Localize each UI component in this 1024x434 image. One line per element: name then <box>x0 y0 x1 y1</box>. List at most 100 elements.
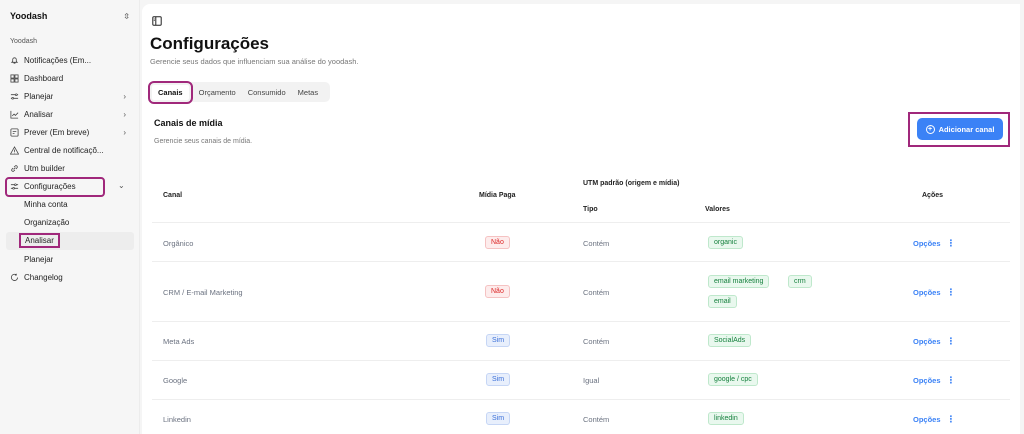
plus-circle-icon: + <box>925 124 935 134</box>
col-header-midia-paga: Mídia Paga <box>479 192 516 199</box>
bell-icon <box>10 56 19 65</box>
cell-tipo: Contém <box>583 415 610 424</box>
sidebar-item-label: Analisar <box>24 109 53 119</box>
row-divider <box>152 261 1010 262</box>
section-subtitle: Gerencie seus canais de mídia. <box>154 138 253 145</box>
sidebar-item-label: Dashboard <box>24 73 64 83</box>
sidebar-group-label: Yoodash <box>10 38 37 45</box>
cell-canal: Orgânico <box>163 239 194 248</box>
more-vertical-icon: ⋮ <box>946 414 956 424</box>
cell-canal: Google <box>163 376 188 385</box>
utm-value-tag: organic <box>708 236 743 249</box>
planner-icon <box>10 92 19 101</box>
more-vertical-icon: ⋮ <box>946 336 956 346</box>
utm-value-tag: SocialAds <box>708 334 752 347</box>
row-divider <box>152 222 1010 223</box>
utm-value-tag: crm <box>788 275 812 288</box>
link-icon <box>10 164 19 173</box>
options-label: Opções <box>913 239 941 248</box>
badge-midia-paga: Sim <box>486 412 511 425</box>
workspace-switcher[interactable]: Yoodash ⇳ <box>10 8 130 24</box>
cell-tipo: Contém <box>583 288 610 297</box>
more-vertical-icon: ⋮ <box>946 238 956 248</box>
utm-value-tag: linkedin <box>708 412 744 425</box>
warning-icon <box>10 146 19 155</box>
sidebar-item-configuracoes[interactable]: Configurações <box>5 176 105 197</box>
more-vertical-icon: ⋮ <box>946 375 956 385</box>
sidebar: Yoodash ⇳ Yoodash Notificações (Em... Da… <box>0 0 140 434</box>
badge-midia-paga: Não <box>485 236 510 249</box>
utm-header: UTM padrão (origem e mídia) <box>583 180 680 187</box>
row-divider <box>152 321 1010 322</box>
utm-value-tag: google / cpc <box>708 373 758 386</box>
sidebar-subitem-organizacao[interactable]: Organização <box>6 214 134 232</box>
cell-tipo: Contém <box>583 239 610 248</box>
add-channel-highlight: + Adicionar canal <box>908 112 1010 147</box>
more-vertical-icon: ⋮ <box>946 287 956 297</box>
page-title: Configurações <box>150 34 270 53</box>
sidebar-item-label: Planejar <box>24 91 54 101</box>
tab-bar: Canais Orçamento Consumido Metas <box>148 80 331 104</box>
cell-tipo: Igual <box>583 376 600 385</box>
chevron-up-down-icon: ⇳ <box>123 11 130 21</box>
forecast-icon <box>10 128 19 137</box>
col-header-valores: Valores <box>705 206 730 213</box>
row-options-button[interactable]: Opções ⋮ <box>913 414 956 425</box>
add-channel-button[interactable]: + Adicionar canal <box>917 118 1003 140</box>
row-options-button[interactable]: Opções ⋮ <box>913 336 956 347</box>
sidebar-subitem-minha-conta[interactable]: Minha conta <box>6 196 134 214</box>
sidebar-item-planejar[interactable]: Planejar › <box>6 87 134 105</box>
cell-canal: CRM / E-mail Marketing <box>163 288 243 297</box>
chevron-right-icon: › <box>123 109 126 119</box>
sidebar-nav: Notificações (Em... Dashboard Planejar ›… <box>5 51 134 286</box>
sidebar-item-label: Prever (Em breve) <box>24 127 90 137</box>
tab-consumido[interactable]: Consumido <box>242 85 292 100</box>
tab-metas[interactable]: Metas <box>292 85 324 100</box>
settings-icon <box>10 182 19 191</box>
sidebar-item-label: Utm builder <box>24 164 65 174</box>
row-options-button[interactable]: Opções ⋮ <box>913 375 956 386</box>
add-channel-label: Adicionar canal <box>938 124 995 134</box>
badge-midia-paga: Sim <box>486 373 511 386</box>
row-options-button[interactable]: Opções ⋮ <box>913 287 956 298</box>
sidebar-subitem-analisar[interactable]: Analisar <box>6 231 134 251</box>
main-content: Configurações Gerencie seus dados que in… <box>142 4 1020 434</box>
dashboard-icon <box>10 74 19 83</box>
cell-tipo: Contém <box>583 337 610 346</box>
badge-midia-paga: Sim <box>486 334 511 347</box>
chart-icon <box>10 110 19 119</box>
badge-midia-paga: Não <box>485 285 510 298</box>
page-subtitle: Gerencie seus dados que influenciam sua … <box>150 57 359 66</box>
row-options-button[interactable]: Opções ⋮ <box>913 238 956 249</box>
cell-canal: Meta Ads <box>163 337 195 346</box>
sidebar-subitem-planejar[interactable]: Planejar <box>6 250 134 268</box>
tab-canais[interactable]: Canais <box>148 80 193 104</box>
cell-canal: Linkedin <box>163 415 191 424</box>
sidebar-item-label: Central de notificaçõ... <box>24 146 104 156</box>
chevron-right-icon: › <box>123 127 126 137</box>
options-label: Opções <box>913 337 941 346</box>
sidebar-item-label: Changelog <box>24 272 63 282</box>
tab-orcamento[interactable]: Orçamento <box>193 85 242 100</box>
sidebar-item-central-notificacoes[interactable]: Central de notificaçõ... <box>6 141 134 159</box>
sidebar-subitem-label: Planejar <box>24 254 54 264</box>
sidebar-toggle-icon[interactable] <box>152 13 162 26</box>
utm-value-tag: email <box>708 295 737 308</box>
utm-value-tag: email marketing <box>708 275 770 288</box>
sidebar-item-analisar[interactable]: Analisar › <box>6 105 134 123</box>
col-header-acoes: Ações <box>922 192 944 199</box>
refresh-icon <box>10 273 19 282</box>
row-divider <box>152 399 1010 400</box>
sidebar-item-prever[interactable]: Prever (Em breve) › <box>6 123 134 141</box>
options-label: Opções <box>913 376 941 385</box>
sidebar-item-label: Configurações <box>24 182 76 192</box>
options-label: Opções <box>913 288 941 297</box>
workspace-name: Yoodash <box>10 11 48 21</box>
col-header-tipo: Tipo <box>583 206 598 213</box>
sidebar-item-utm-builder[interactable]: Utm builder <box>6 160 134 178</box>
options-label: Opções <box>913 415 941 424</box>
sidebar-item-notificacoes[interactable]: Notificações (Em... <box>6 51 134 69</box>
sidebar-item-changelog[interactable]: Changelog <box>6 268 134 286</box>
sidebar-subitem-label: Analisar <box>19 233 60 249</box>
sidebar-item-dashboard[interactable]: Dashboard <box>6 69 134 87</box>
